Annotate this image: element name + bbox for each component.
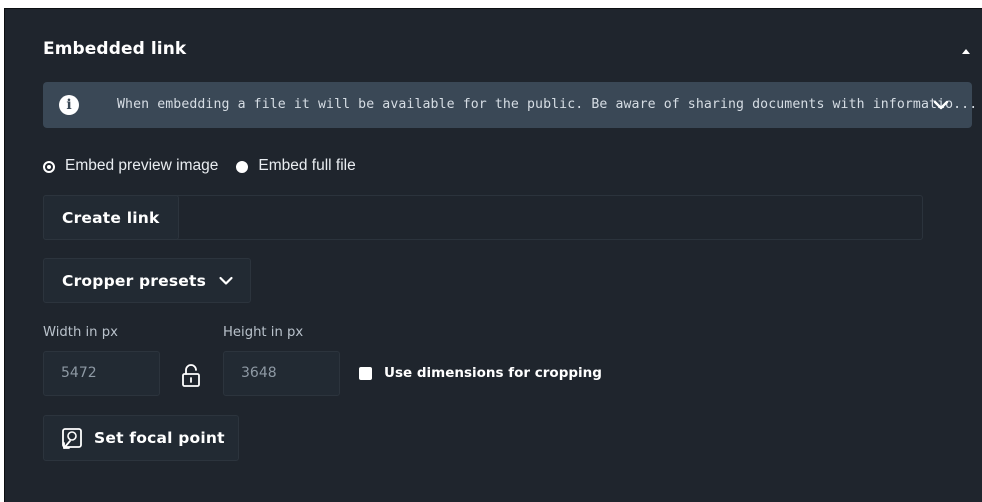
info-text: When embedding a file it will be availab… bbox=[117, 97, 978, 112]
chevron-down-icon bbox=[219, 276, 233, 285]
use-dimensions-label: Use dimensions for cropping bbox=[384, 365, 602, 381]
cropper-presets-label: Cropper presets bbox=[62, 271, 207, 290]
height-label: Height in px bbox=[223, 325, 304, 340]
create-link-button[interactable]: Create link bbox=[43, 195, 179, 240]
embedded-link-panel: Embedded link i When embedding a file it… bbox=[4, 8, 982, 502]
radio-unchecked-icon[interactable] bbox=[236, 160, 249, 173]
embed-type-radio-group: Embed preview image Embed full file bbox=[43, 157, 356, 175]
set-focal-point-button[interactable]: Set focal point bbox=[43, 415, 239, 461]
section-title: Embedded link bbox=[43, 39, 187, 59]
width-label: Width in px bbox=[43, 325, 118, 340]
link-field[interactable]: Create link bbox=[43, 195, 923, 240]
cropper-presets-button[interactable]: Cropper presets bbox=[43, 258, 251, 303]
height-input[interactable]: 3648 bbox=[223, 351, 340, 396]
set-focal-point-label: Set focal point bbox=[94, 429, 225, 447]
info-banner: i When embedding a file it will be avail… bbox=[43, 82, 977, 128]
focal-point-icon bbox=[62, 428, 82, 449]
unlock-icon[interactable] bbox=[180, 363, 202, 389]
embed-full-label: Embed full file bbox=[258, 157, 356, 174]
embed-preview-radio[interactable]: Embed preview image bbox=[43, 157, 218, 175]
width-input[interactable]: 5472 bbox=[43, 351, 160, 396]
caret-up-icon[interactable] bbox=[962, 49, 970, 54]
chevron-down-icon[interactable] bbox=[931, 95, 951, 115]
use-dimensions-checkbox[interactable]: Use dimensions for cropping bbox=[359, 365, 602, 381]
embed-preview-label: Embed preview image bbox=[65, 157, 219, 174]
radio-checked-icon[interactable] bbox=[43, 160, 55, 173]
info-icon: i bbox=[59, 95, 79, 115]
create-link-label: Create link bbox=[62, 208, 160, 227]
embed-full-radio[interactable]: Embed full file bbox=[236, 157, 356, 175]
checkbox-box[interactable] bbox=[359, 366, 372, 380]
